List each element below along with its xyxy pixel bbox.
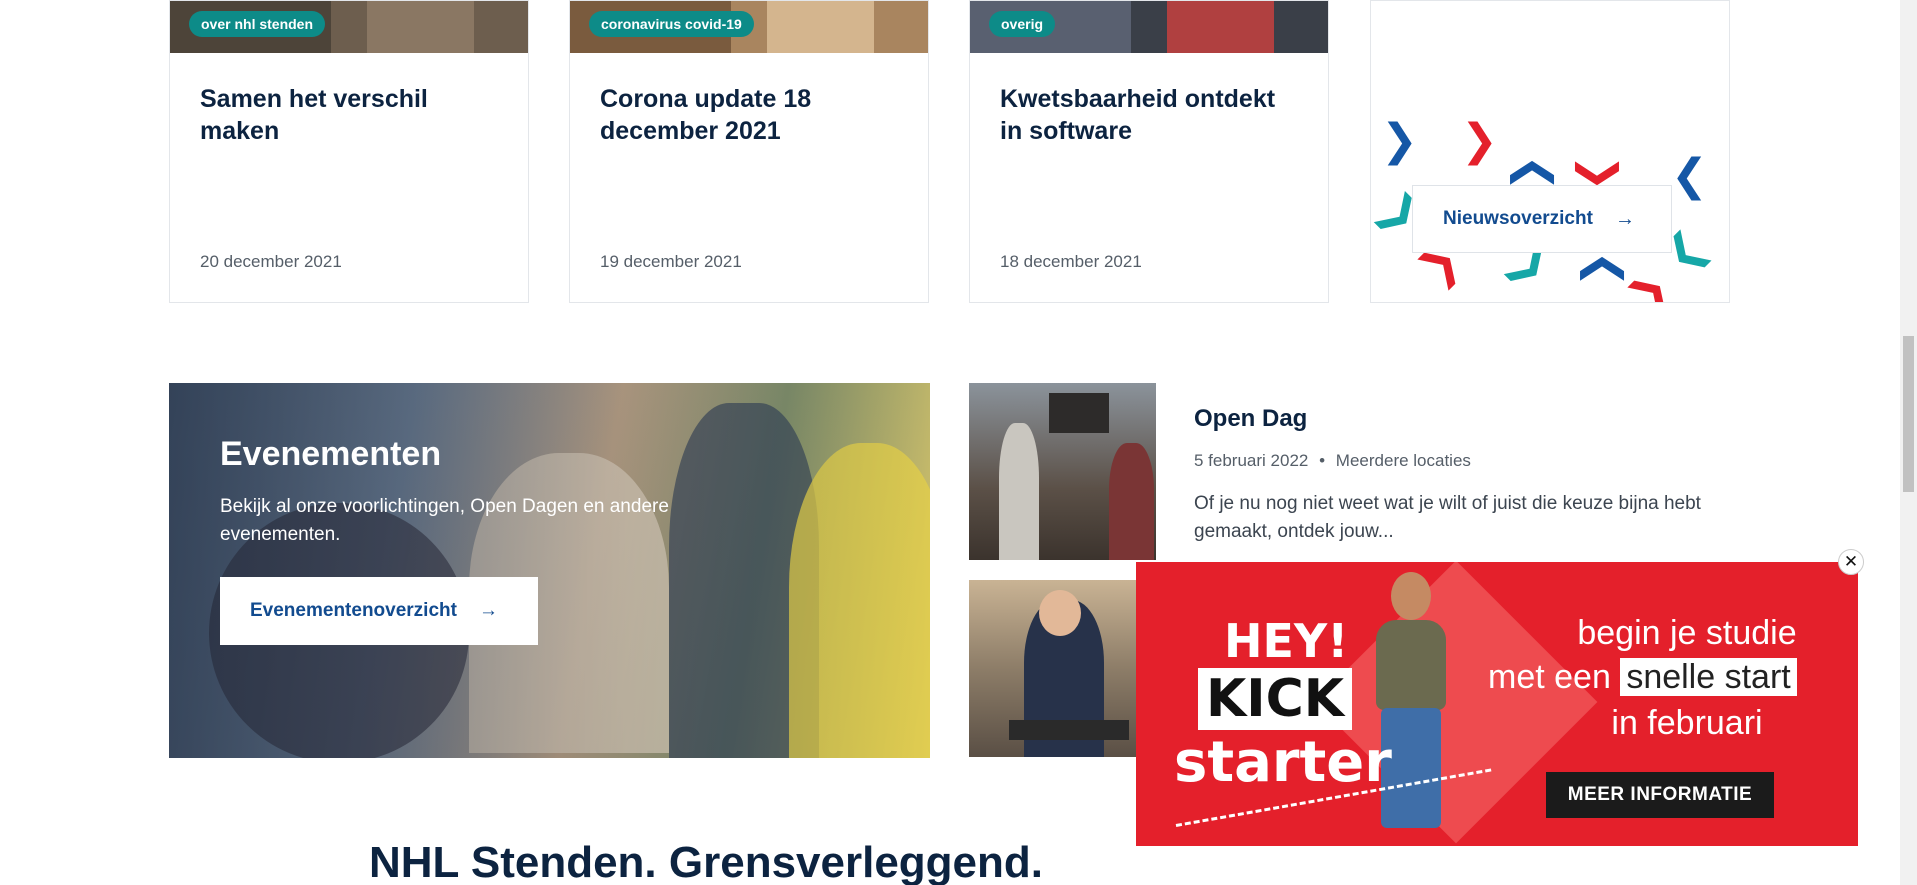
page-scrollbar[interactable] [1900,0,1917,885]
news-card[interactable]: overig Kwetsbaarheid ontdekt in software… [969,0,1329,303]
news-title[interactable]: Corona update 18 december 2021 [600,83,900,147]
news-card[interactable]: coronavirus covid-19 Corona update 18 de… [569,0,929,303]
event-location: Meerdere locaties [1335,451,1471,470]
popup-line2-pre: met een [1488,658,1611,696]
news-tag[interactable]: overig [989,11,1056,37]
events-description: Bekijk al onze voorlichtingen, Open Dage… [220,496,669,545]
event-date: 5 februari 2022 [1194,451,1309,470]
events-overview-label: Evenementenoverzicht [250,600,457,621]
close-icon[interactable]: ✕ [1838,549,1864,575]
chevron-decor-icon: ❯ [1671,156,1708,207]
news-tag[interactable]: coronavirus covid-19 [589,11,754,37]
popup-kick: KICK [1198,668,1353,730]
event-description: Of je nu nog niet weet wat je wilt of ju… [1194,493,1701,542]
chevron-decor-icon: ❯ [1573,250,1625,288]
news-overview-card: ❯ ❯ ❯ ❯ ❯ ❯ ❯ ❯ ❯ ❯ ❯ Nieuwsoverzicht → [1370,0,1730,303]
arrow-right-icon: → [478,600,498,621]
chevron-decor-icon: ❯ [1381,115,1418,166]
events-banner: Evenementen Bekijk al onze voorlichtinge… [169,383,930,758]
popup-starter: starter [1174,730,1392,795]
event-meta: 5 februari 2022 • Meerdere locaties [1194,451,1471,471]
news-tag[interactable]: over nhl stenden [189,11,326,37]
news-overview-label: Nieuwsoverzicht [1443,208,1593,229]
chevron-decor-icon: ❯ [1618,261,1681,303]
kickstarter-popup[interactable]: HEY! KICK starter begin je studie met ee… [1136,562,1858,846]
news-title[interactable]: Kwetsbaarheid ontdekt in software [1000,83,1300,147]
event-separator: • [1319,451,1326,470]
popup-line2: met een snelle start [1488,658,1797,697]
popup-line1: begin je studie [1577,614,1797,652]
popup-line3: in februari [1611,704,1763,742]
page-slogan: NHL Stenden. Grensverleggend. [369,838,1044,885]
news-title[interactable]: Samen het verschil maken [200,83,500,147]
news-date: 18 december 2021 [1000,252,1142,271]
events-title: Evenementen [220,435,442,473]
news-overview-button[interactable]: Nieuwsoverzicht → [1412,185,1672,253]
arrow-right-icon: → [1614,207,1635,230]
popup-line2-highlight: snelle start [1620,658,1797,696]
chevron-decor-icon: ❯ [1461,115,1498,166]
more-info-button[interactable]: MEER INFORMATIE [1546,772,1774,818]
event-image[interactable] [969,580,1156,757]
news-date: 19 december 2021 [600,252,742,271]
events-overview-button[interactable]: Evenementenoverzicht → [220,577,538,645]
popup-hey: HEY! [1224,614,1349,668]
news-card[interactable]: over nhl stenden Samen het verschil make… [169,0,529,303]
event-image[interactable] [969,383,1156,560]
news-date: 20 december 2021 [200,252,342,271]
scrollbar-thumb[interactable] [1903,336,1914,492]
event-title[interactable]: Open Dag [1194,405,1307,433]
